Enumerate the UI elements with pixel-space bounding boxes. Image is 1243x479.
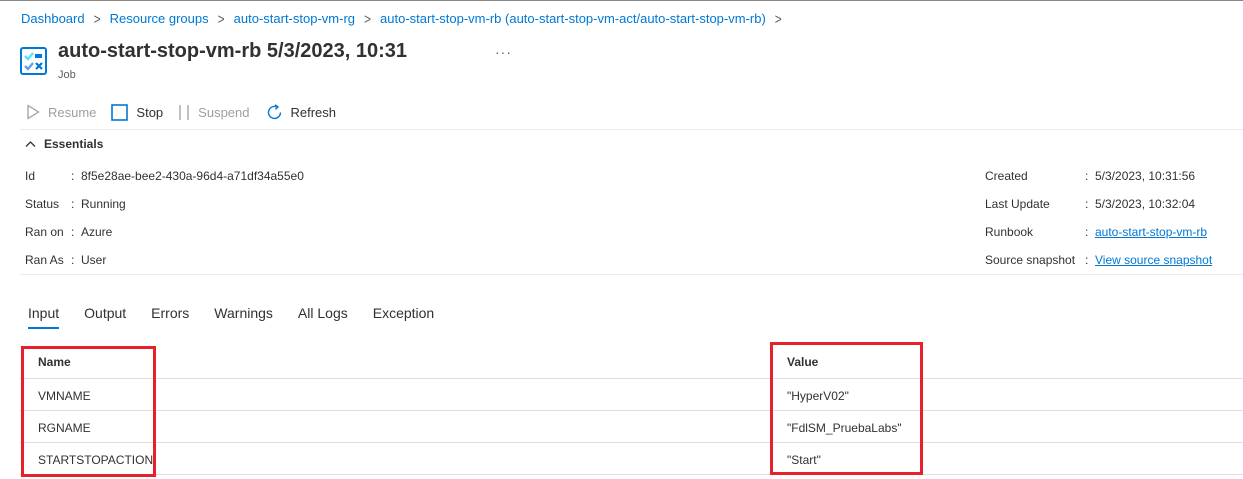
tab-input[interactable]: Input: [28, 305, 60, 329]
essentials-toggle[interactable]: Essentials: [25, 137, 103, 151]
page-subtitle: Job: [58, 69, 76, 81]
resume-button[interactable]: Resume: [26, 104, 96, 120]
refresh-icon: [266, 103, 283, 121]
play-icon: [26, 104, 40, 120]
essentials-label: Status: [25, 197, 60, 211]
status-value: Running: [81, 197, 126, 211]
runbook-link[interactable]: auto-start-stop-vm-rb: [1095, 225, 1207, 239]
breadcrumb-runbook[interactable]: auto-start-stop-vm-rb (auto-start-stop-v…: [380, 11, 766, 26]
divider: [20, 274, 1243, 275]
row-divider: [20, 442, 1243, 443]
chevron-right-icon: >: [93, 10, 101, 27]
essentials-label: Created: [985, 169, 1028, 183]
more-options-button[interactable]: ···: [495, 44, 512, 60]
job-icon: [20, 47, 47, 75]
essentials-label: Last Update: [985, 197, 1050, 211]
stop-button[interactable]: Stop: [111, 103, 164, 121]
tab-output[interactable]: Output: [84, 305, 126, 329]
tab-all-logs[interactable]: All Logs: [298, 305, 348, 329]
row-divider: [20, 378, 1243, 379]
chevron-right-icon: >: [364, 10, 372, 27]
chevron-up-icon: [25, 140, 36, 148]
output-tabs: Input Output Errors Warnings All Logs Ex…: [28, 305, 459, 329]
job-id-value: 8f5e28ae-bee2-430a-96d4-a71df34a55e0: [81, 169, 304, 183]
pause-icon: [178, 104, 190, 121]
essentials-label: Id: [25, 169, 36, 183]
page-title: auto-start-stop-vm-rb 5/3/2023, 10:31: [58, 40, 408, 62]
command-bar: Resume Stop Suspend Refresh: [26, 102, 336, 122]
breadcrumb: Dashboard > Resource groups > auto-start…: [21, 10, 791, 27]
refresh-button[interactable]: Refresh: [266, 103, 337, 121]
last-update-value: 5/3/2023, 10:32:04: [1095, 197, 1196, 211]
tab-exception[interactable]: Exception: [373, 305, 434, 329]
breadcrumb-dashboard[interactable]: Dashboard: [21, 11, 85, 26]
resume-label: Resume: [48, 104, 97, 120]
highlight-box-name-column: [21, 346, 156, 477]
tab-errors[interactable]: Errors: [151, 305, 189, 329]
stop-label: Stop: [136, 104, 164, 120]
created-value: 5/3/2023, 10:31:56: [1095, 169, 1196, 183]
ran-on-value: Azure: [81, 225, 113, 239]
suspend-label: Suspend: [198, 104, 250, 120]
chevron-right-icon: >: [774, 10, 782, 27]
essentials-label: Ran on: [25, 225, 64, 239]
divider: [20, 129, 1243, 130]
highlight-box-value-column: [770, 342, 923, 475]
row-divider: [20, 474, 1243, 475]
suspend-button[interactable]: Suspend: [178, 104, 250, 121]
essentials-label: Runbook: [985, 225, 1034, 239]
breadcrumb-resource-groups[interactable]: Resource groups: [110, 11, 209, 26]
essentials-heading: Essentials: [44, 137, 104, 151]
ran-as-value: User: [81, 253, 107, 267]
refresh-label: Refresh: [290, 104, 337, 120]
tab-warnings[interactable]: Warnings: [214, 305, 273, 329]
stop-icon: [111, 103, 129, 121]
essentials-label: Source snapshot: [985, 253, 1076, 267]
chevron-right-icon: >: [217, 10, 225, 27]
breadcrumb-resource-group[interactable]: auto-start-stop-vm-rg: [234, 11, 355, 26]
top-border: [0, 0, 1243, 1]
view-source-snapshot-link[interactable]: View source snapshot: [1095, 253, 1212, 267]
essentials-label: Ran As: [25, 253, 64, 267]
row-divider: [20, 410, 1243, 411]
